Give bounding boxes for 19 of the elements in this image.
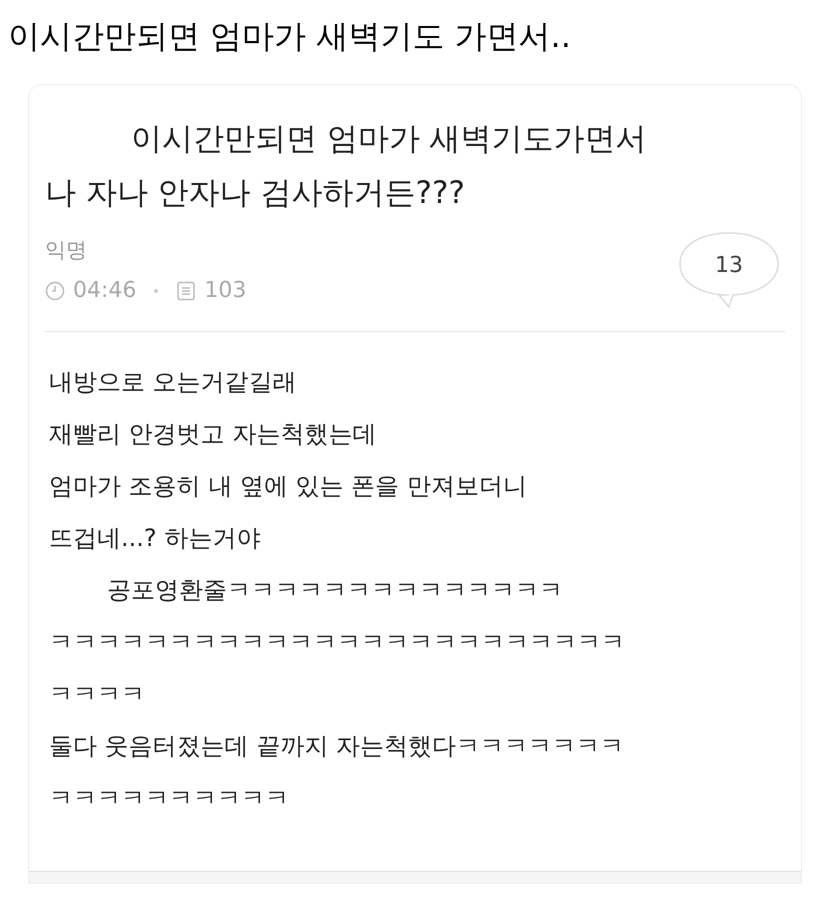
post-body-line: 공포영환줄ㅋㅋㅋㅋㅋㅋㅋㅋㅋㅋㅋㅋㅋㅋ bbox=[106, 575, 564, 606]
author-name: 익명 bbox=[45, 236, 88, 264]
post-title: 이시간만되면 엄마가 새벽기도가면서 bbox=[130, 120, 648, 159]
post-body-line: ㅋㅋㅋㅋ bbox=[49, 679, 146, 710]
clock-icon bbox=[45, 280, 65, 301]
page-heading: 이시간만되면 엄마가 새벽기도 가면서.. bbox=[7, 16, 572, 57]
post-body-line: 내방으로 오는거같길래 bbox=[49, 367, 298, 398]
post-body-line: 둘다 웃음터졌는데 끝까지 자는척했다ㅋㅋㅋㅋㅋㅋㅋ bbox=[49, 731, 625, 762]
post-body-line: 재빨리 안경벗고 자는척했는데 bbox=[49, 419, 378, 450]
view-count: 103 bbox=[204, 277, 246, 306]
comment-count: 13 bbox=[714, 252, 744, 280]
speech-bubble-icon bbox=[677, 231, 781, 311]
post-body-line: 엄마가 조용히 내 옆에 있는 폰을 만져보더니 bbox=[49, 471, 528, 502]
post-title: 나 자나 안자나 검사하거든??? bbox=[45, 174, 466, 213]
post-body-line: ㅋㅋㅋㅋㅋㅋㅋㅋㅋㅋ bbox=[49, 783, 290, 814]
post-body-line: ㅋㅋㅋㅋㅋㅋㅋㅋㅋㅋㅋㅋㅋㅋㅋㅋㅋㅋㅋㅋㅋㅋㅋㅋ bbox=[49, 627, 626, 658]
post-body-line: 뜨겁네...? 하는거야 bbox=[49, 523, 262, 554]
document-icon bbox=[176, 280, 196, 301]
post-time: 04:46 bbox=[73, 277, 136, 306]
